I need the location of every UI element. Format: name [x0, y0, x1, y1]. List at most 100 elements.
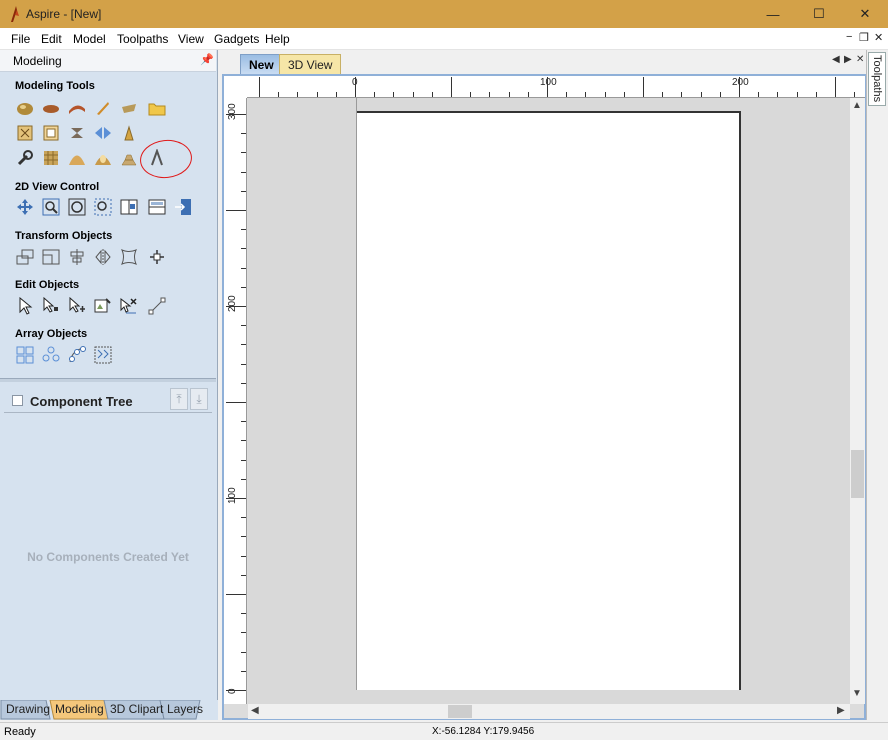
tab-close-icon[interactable]: ✕: [856, 54, 864, 65]
mdi-close-button[interactable]: ✕: [874, 31, 883, 44]
scroll-right-icon[interactable]: ▶: [837, 705, 845, 716]
ruler-tick: [241, 536, 246, 538]
ruler-tick: [241, 478, 246, 480]
open-folder-icon[interactable]: [146, 97, 168, 119]
title-bar: Aspire - [New] — ☐ ✕: [0, 0, 888, 28]
grid-array-icon[interactable]: [14, 344, 36, 366]
maximize-button[interactable]: ☐: [796, 0, 842, 28]
component-tree-checkbox[interactable]: [12, 395, 23, 406]
mdi-restore-button[interactable]: ❐: [859, 31, 869, 44]
mirror-object-icon[interactable]: [92, 122, 114, 144]
job-material-area[interactable]: [357, 111, 741, 690]
ruler-tick: [241, 651, 246, 653]
horizontal-scroll-thumb[interactable]: [448, 705, 472, 718]
transform-edit-icon[interactable]: [66, 295, 88, 317]
tab-new[interactable]: New: [240, 54, 283, 74]
distort-transform-icon[interactable]: [118, 246, 140, 268]
panel-tabs: Drawing Modeling 3D Clipart Layers: [0, 700, 218, 720]
nesting-icon[interactable]: [92, 344, 114, 366]
zoom-icon[interactable]: [40, 196, 62, 218]
component-tree-empty-message: No Components Created Yet: [27, 550, 189, 564]
ruler-corner: [224, 76, 247, 98]
bitmap-edit-icon[interactable]: [92, 295, 114, 317]
node-edit-icon[interactable]: [40, 295, 62, 317]
tab-next-icon[interactable]: ▶: [844, 54, 852, 65]
panel-splitter[interactable]: [0, 378, 216, 382]
sculpt-icon[interactable]: [92, 97, 114, 119]
add-texture-icon[interactable]: [66, 122, 88, 144]
move-up-button[interactable]: ⤒: [170, 388, 188, 410]
pan-icon[interactable]: [14, 196, 36, 218]
select-pointer-icon[interactable]: [14, 295, 36, 317]
ruler-tick: [777, 92, 779, 97]
interactive-transform-icon[interactable]: [146, 246, 168, 268]
import-view-icon[interactable]: [172, 196, 194, 218]
menu-file[interactable]: File: [11, 32, 30, 46]
fade-object-icon[interactable]: [14, 122, 36, 144]
align-objects-icon[interactable]: [66, 246, 88, 268]
tab-drawing[interactable]: Drawing: [1, 700, 50, 719]
tab-layers[interactable]: Layers: [162, 700, 203, 719]
ruler-tick: [700, 92, 702, 97]
menu-toolpaths[interactable]: Toolpaths: [117, 32, 168, 46]
mirror-transform-icon[interactable]: [92, 246, 114, 268]
status-text: Ready: [4, 726, 36, 738]
menu-edit[interactable]: Edit: [41, 32, 62, 46]
ruler-tick: [489, 92, 491, 97]
texture-area-icon[interactable]: [40, 147, 62, 169]
tab-3d-view[interactable]: 3D View: [279, 54, 342, 74]
close-button[interactable]: ✕: [842, 0, 888, 28]
extrude-sweep-icon[interactable]: [40, 97, 62, 119]
aspire-logo-icon: [11, 6, 19, 22]
zoom-extents-icon[interactable]: [66, 196, 88, 218]
minimize-button[interactable]: —: [750, 0, 796, 28]
component-tree-label: Component Tree: [30, 394, 133, 409]
distort-icon[interactable]: [118, 97, 140, 119]
ruler-tick: [241, 267, 246, 269]
ruler-tick: [854, 92, 856, 97]
view-layout-icon[interactable]: [118, 196, 140, 218]
two-rail-sweep-icon[interactable]: [66, 97, 88, 119]
modeling-panel: Modeling 📌 Modeling Tools 2D View Contro…: [0, 50, 218, 720]
ruler-tick: [643, 77, 644, 97]
ruler-tick: [241, 670, 246, 672]
split-view-icon[interactable]: [146, 196, 168, 218]
toolpaths-dock-tab[interactable]: Toolpaths: [868, 52, 886, 106]
menu-model[interactable]: Model: [73, 32, 106, 46]
stack-icon[interactable]: [118, 147, 140, 169]
panel-header: Modeling 📌: [0, 50, 216, 72]
pin-icon[interactable]: 📌: [200, 53, 214, 66]
mdi-minimize-button[interactable]: −: [846, 31, 852, 43]
vertical-scroll-thumb[interactable]: [851, 450, 864, 498]
dome-icon[interactable]: [66, 147, 88, 169]
scroll-down-icon[interactable]: ▼: [852, 688, 862, 699]
ruler-tick: [241, 190, 246, 192]
slice-object-icon[interactable]: [118, 122, 140, 144]
ruler-tick: [241, 574, 246, 576]
zoom-selection-icon[interactable]: [92, 196, 114, 218]
tab-modeling[interactable]: Modeling: [50, 700, 104, 719]
menu-help[interactable]: Help: [265, 32, 290, 46]
cone-icon[interactable]: [92, 147, 114, 169]
tilt-object-icon[interactable]: [40, 122, 62, 144]
create-shape-icon[interactable]: [14, 97, 36, 119]
scroll-up-icon[interactable]: ▲: [852, 100, 862, 111]
scale-object-icon[interactable]: [40, 246, 62, 268]
menu-view[interactable]: View: [178, 32, 204, 46]
ruler-tick: [739, 77, 740, 97]
circular-array-icon[interactable]: [40, 344, 62, 366]
horizontal-scrollbar[interactable]: ◀ ▶: [248, 704, 850, 719]
move-down-button[interactable]: ⤓: [190, 388, 208, 410]
wrench-icon[interactable]: [14, 147, 36, 169]
vertical-scrollbar[interactable]: ▲ ▼: [850, 98, 865, 704]
delete-edit-icon[interactable]: [118, 295, 140, 317]
ruler-tick: [226, 498, 246, 499]
menu-gadgets[interactable]: Gadgets: [214, 32, 259, 46]
copy-along-vectors-icon[interactable]: [66, 344, 88, 366]
tab-prev-icon[interactable]: ◀: [832, 54, 840, 65]
move-object-icon[interactable]: [14, 246, 36, 268]
measure-tool-icon[interactable]: [146, 295, 168, 317]
angle-arrow-icon[interactable]: [146, 147, 168, 169]
tab-3d-clipart[interactable]: 3D Clipart: [105, 700, 163, 719]
scroll-left-icon[interactable]: ◀: [251, 705, 259, 716]
